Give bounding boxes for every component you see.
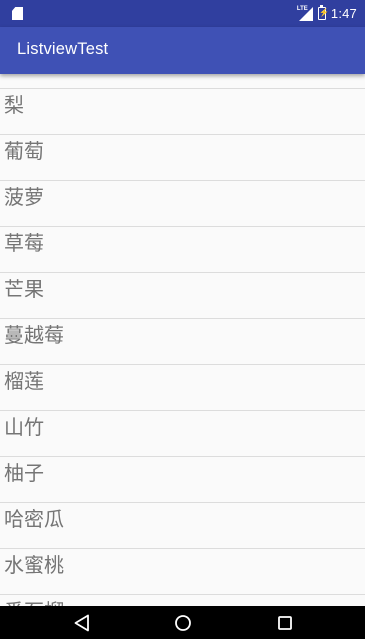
list-content: 梨 葡萄 菠萝 草莓 芒果 蔓越莓 榴莲 山竹 柚子 哈密瓜 水蜜桃 [0,88,365,606]
battery-charging-icon: ⚡ [317,5,329,20]
back-button[interactable] [52,606,112,639]
list-item[interactable]: 葡萄 [0,134,365,180]
list-item-label: 芒果 [4,277,44,301]
list-item[interactable]: 榴莲 [0,364,365,410]
signal-icon: LTE [296,5,313,21]
network-type-label: LTE [296,5,308,12]
list-item-label: 梨 [4,93,24,117]
list-item-label: 菠萝 [4,185,44,209]
list-item[interactable]: 蔓越莓 [0,318,365,364]
notification-area [12,7,24,20]
app-bar: ListviewTest [0,27,365,74]
list-item-label: 番石榴 [4,598,64,606]
app-title: ListviewTest [17,40,109,58]
sd-card-icon [12,7,23,20]
list-item[interactable]: 草莓 [0,226,365,272]
list-item-label: 蔓越莓 [4,323,64,347]
recents-button[interactable] [255,606,315,639]
list-item-label: 山竹 [4,415,44,439]
list-item[interactable]: 水蜜桃 [0,548,365,594]
list-item[interactable]: 菠萝 [0,180,365,226]
list-item[interactable]: 哈密瓜 [0,502,365,548]
list-item[interactable]: 柚子 [0,456,365,502]
list-item[interactable]: 芒果 [0,272,365,318]
recents-icon [278,615,292,630]
status-bar: LTE ⚡ 1:47 [0,0,365,27]
list-item-label: 柚子 [4,461,44,485]
device-screen: LTE ⚡ 1:47 ListviewTest 梨 葡萄 菠萝 草莓 芒果 蔓越… [0,0,365,639]
home-button[interactable] [153,606,213,639]
system-icons: LTE ⚡ 1:47 [296,5,357,22]
list-item[interactable]: 山竹 [0,410,365,456]
list-item-label: 水蜜桃 [4,553,64,577]
clock: 1:47 [330,6,357,21]
list-item[interactable]: 梨 [0,88,365,134]
list-item-label: 榴莲 [4,369,44,393]
back-icon [74,614,89,631]
list-item-label: 草莓 [4,231,44,255]
list-item-label: 葡萄 [4,139,44,163]
list-item[interactable]: 番石榴 [0,594,365,606]
list-item-label: 哈密瓜 [4,507,64,531]
navigation-bar [0,606,365,639]
fruit-list[interactable]: 梨 葡萄 菠萝 草莓 芒果 蔓越莓 榴莲 山竹 柚子 哈密瓜 水蜜桃 [0,74,365,606]
home-icon [175,614,191,631]
